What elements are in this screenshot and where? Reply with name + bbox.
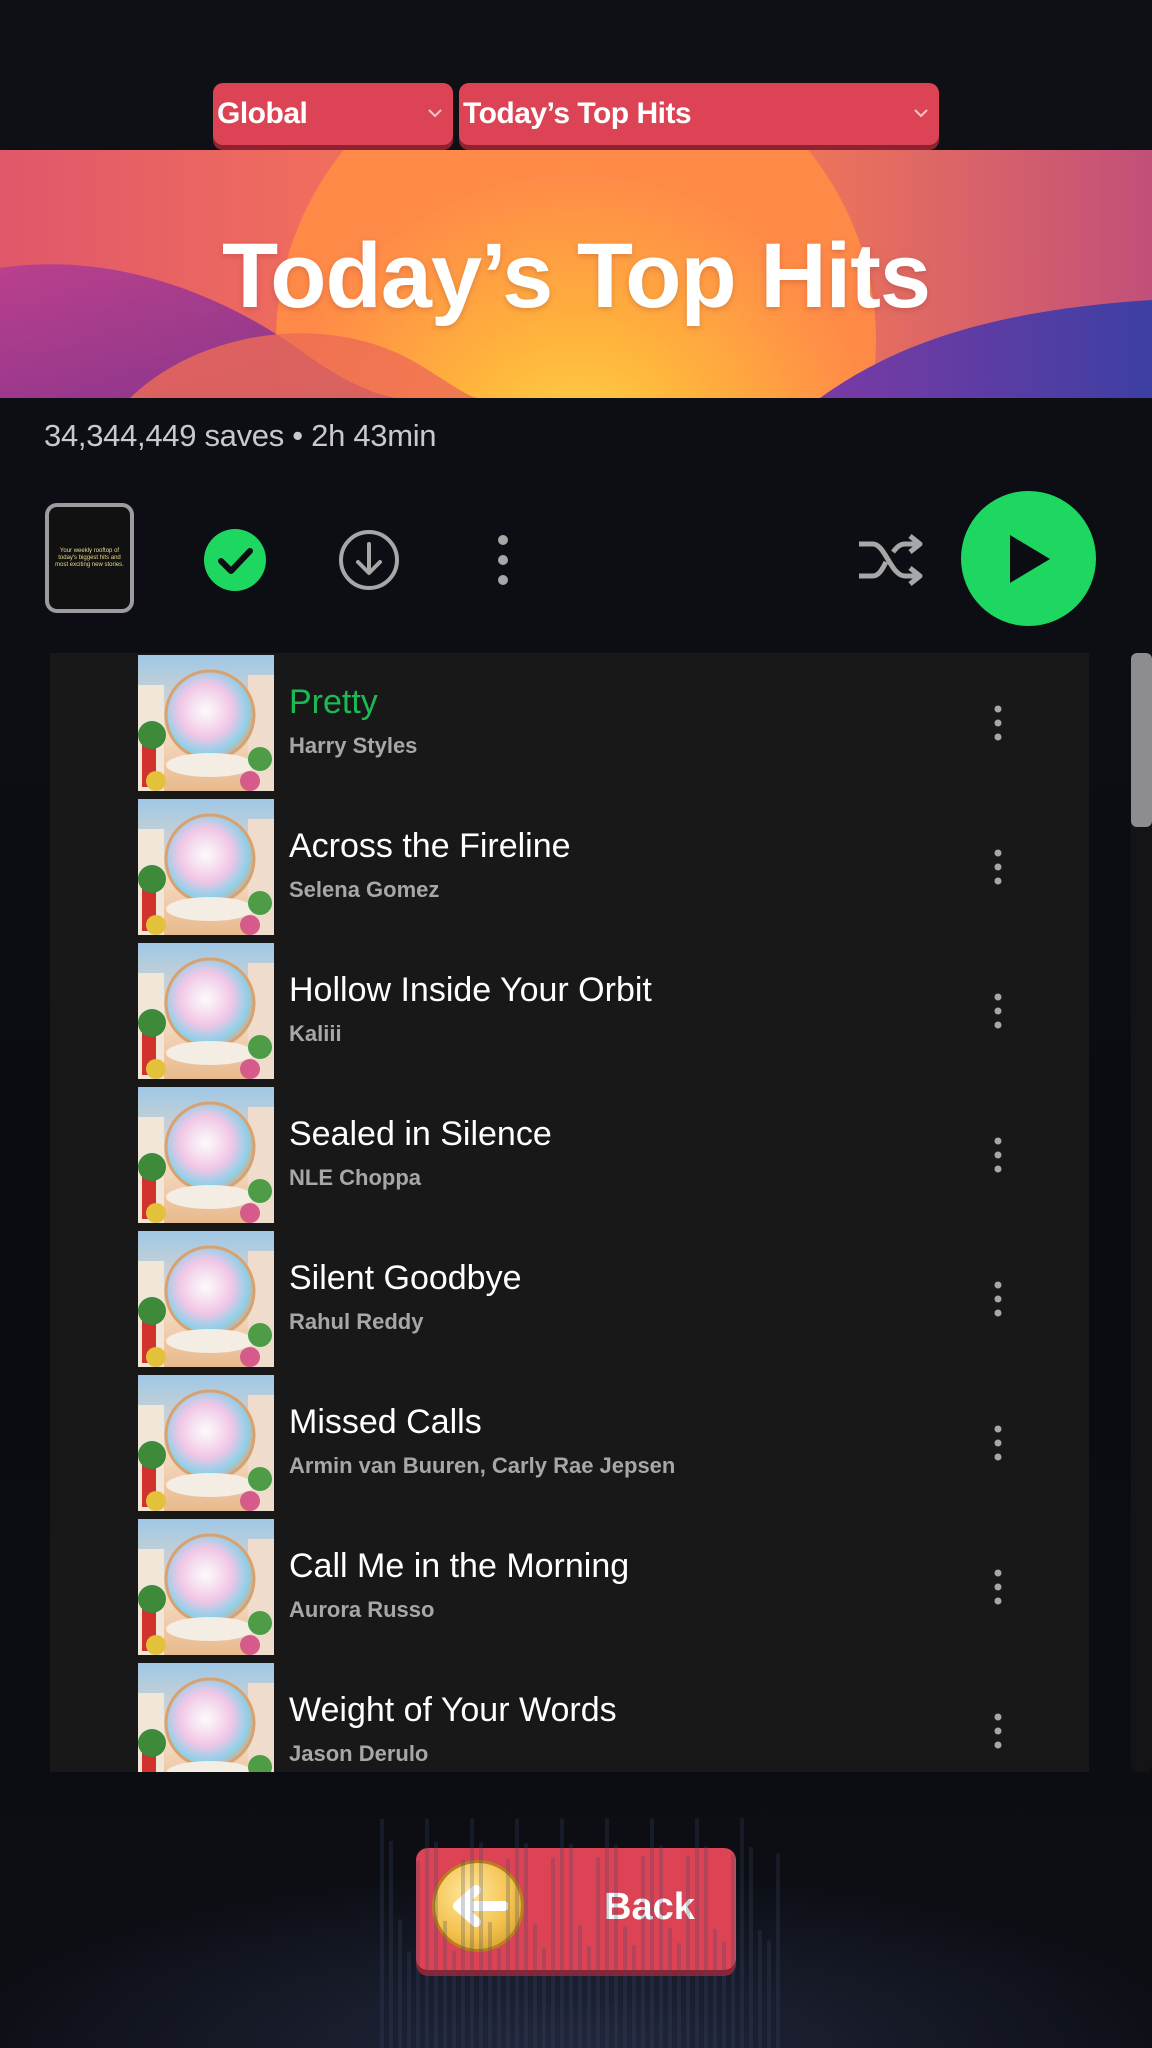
- track-more-button[interactable]: [988, 991, 1008, 1031]
- more-options-button[interactable]: [485, 528, 521, 592]
- more-vertical-icon: [994, 705, 1002, 741]
- track-artist: Rahul Reddy: [289, 1309, 424, 1334]
- track-artwork: [138, 1087, 274, 1223]
- scrollbar-thumb[interactable]: [1131, 653, 1152, 827]
- more-vertical-icon: [994, 1137, 1002, 1173]
- playlist-cover-thumbnail[interactable]: Your weekly rooftop of today's biggest h…: [45, 503, 134, 613]
- play-button[interactable]: [961, 491, 1096, 626]
- playlist-meta: 34,344,449 saves • 2h 43min: [44, 418, 437, 453]
- track-title: Pretty: [289, 683, 378, 721]
- playlist-dropdown-label: Today’s Top Hits: [463, 97, 692, 130]
- more-vertical-icon: [994, 1713, 1002, 1749]
- download-button[interactable]: [337, 528, 401, 592]
- track-row[interactable]: Call Me in the Morning Aurora Russo: [50, 1517, 1089, 1661]
- more-vertical-icon: [498, 535, 508, 585]
- track-title: Call Me in the Morning: [289, 1547, 630, 1585]
- track-artwork: [138, 1519, 274, 1655]
- track-row[interactable]: Across the Fireline Selena Gomez: [50, 797, 1089, 941]
- track-artwork: [138, 655, 274, 791]
- banner-title: Today’s Top Hits: [221, 225, 931, 327]
- shuffle-icon: [859, 534, 923, 586]
- track-more-button[interactable]: [988, 703, 1008, 743]
- equalizer-background: [380, 1818, 780, 2048]
- track-title: Weight of Your Words: [289, 1691, 617, 1729]
- cover-description: Your weekly rooftop of today's biggest h…: [55, 547, 124, 568]
- more-vertical-icon: [994, 993, 1002, 1029]
- playlist-dropdown[interactable]: Today’s Top Hits: [459, 83, 939, 145]
- track-artist: Harry Styles: [289, 733, 418, 758]
- track-artist: Kaliii: [289, 1021, 342, 1046]
- track-artwork: [138, 1375, 274, 1511]
- track-artist: Armin van Buuren, Carly Rae Jepsen: [289, 1453, 676, 1478]
- track-artwork: [138, 943, 274, 1079]
- track-row[interactable]: Sealed in Silence NLE Choppa: [50, 1085, 1089, 1229]
- track-artist: Selena Gomez: [289, 877, 440, 902]
- more-vertical-icon: [994, 1425, 1002, 1461]
- track-title: Across the Fireline: [289, 827, 571, 865]
- more-vertical-icon: [994, 1281, 1002, 1317]
- track-artwork: [138, 1231, 274, 1367]
- track-artist: Aurora Russo: [289, 1597, 435, 1622]
- track-more-button[interactable]: [988, 1567, 1008, 1607]
- track-title: Silent Goodbye: [289, 1259, 522, 1297]
- track-row[interactable]: Weight of Your Words Jason Derulo: [50, 1661, 1089, 1772]
- shuffle-button[interactable]: [855, 528, 925, 592]
- track-title: Hollow Inside Your Orbit: [289, 971, 652, 1009]
- saved-button[interactable]: [203, 528, 267, 592]
- download-icon: [339, 530, 399, 590]
- track-artist: NLE Choppa: [289, 1165, 421, 1190]
- track-title: Sealed in Silence: [289, 1115, 552, 1153]
- track-more-button[interactable]: [988, 1423, 1008, 1463]
- track-row[interactable]: Hollow Inside Your Orbit Kaliii: [50, 941, 1089, 1085]
- track-title: Missed Calls: [289, 1403, 482, 1441]
- track-more-button[interactable]: [988, 1711, 1008, 1751]
- track-more-button[interactable]: [988, 847, 1008, 887]
- more-vertical-icon: [994, 1569, 1002, 1605]
- chevron-down-icon: [914, 109, 928, 118]
- chevron-down-icon: [428, 109, 442, 118]
- track-artist: Jason Derulo: [289, 1741, 429, 1766]
- region-dropdown[interactable]: Global: [213, 83, 453, 145]
- track-artwork: [138, 1663, 274, 1772]
- more-vertical-icon: [994, 849, 1002, 885]
- track-row[interactable]: Missed Calls Armin van Buuren, Carly Rae …: [50, 1373, 1089, 1517]
- track-artwork: [138, 799, 274, 935]
- track-list[interactable]: Pretty Harry Styles Across the Fireline Se…: [50, 653, 1089, 1772]
- playlist-banner: Today’s Top Hits: [0, 150, 1152, 398]
- check-circle-icon: [204, 529, 266, 591]
- play-icon: [1009, 534, 1050, 583]
- track-more-button[interactable]: [988, 1279, 1008, 1319]
- region-dropdown-label: Global: [217, 97, 308, 130]
- track-row[interactable]: Pretty Harry Styles: [50, 653, 1089, 797]
- track-more-button[interactable]: [988, 1135, 1008, 1175]
- track-row[interactable]: Silent Goodbye Rahul Reddy: [50, 1229, 1089, 1373]
